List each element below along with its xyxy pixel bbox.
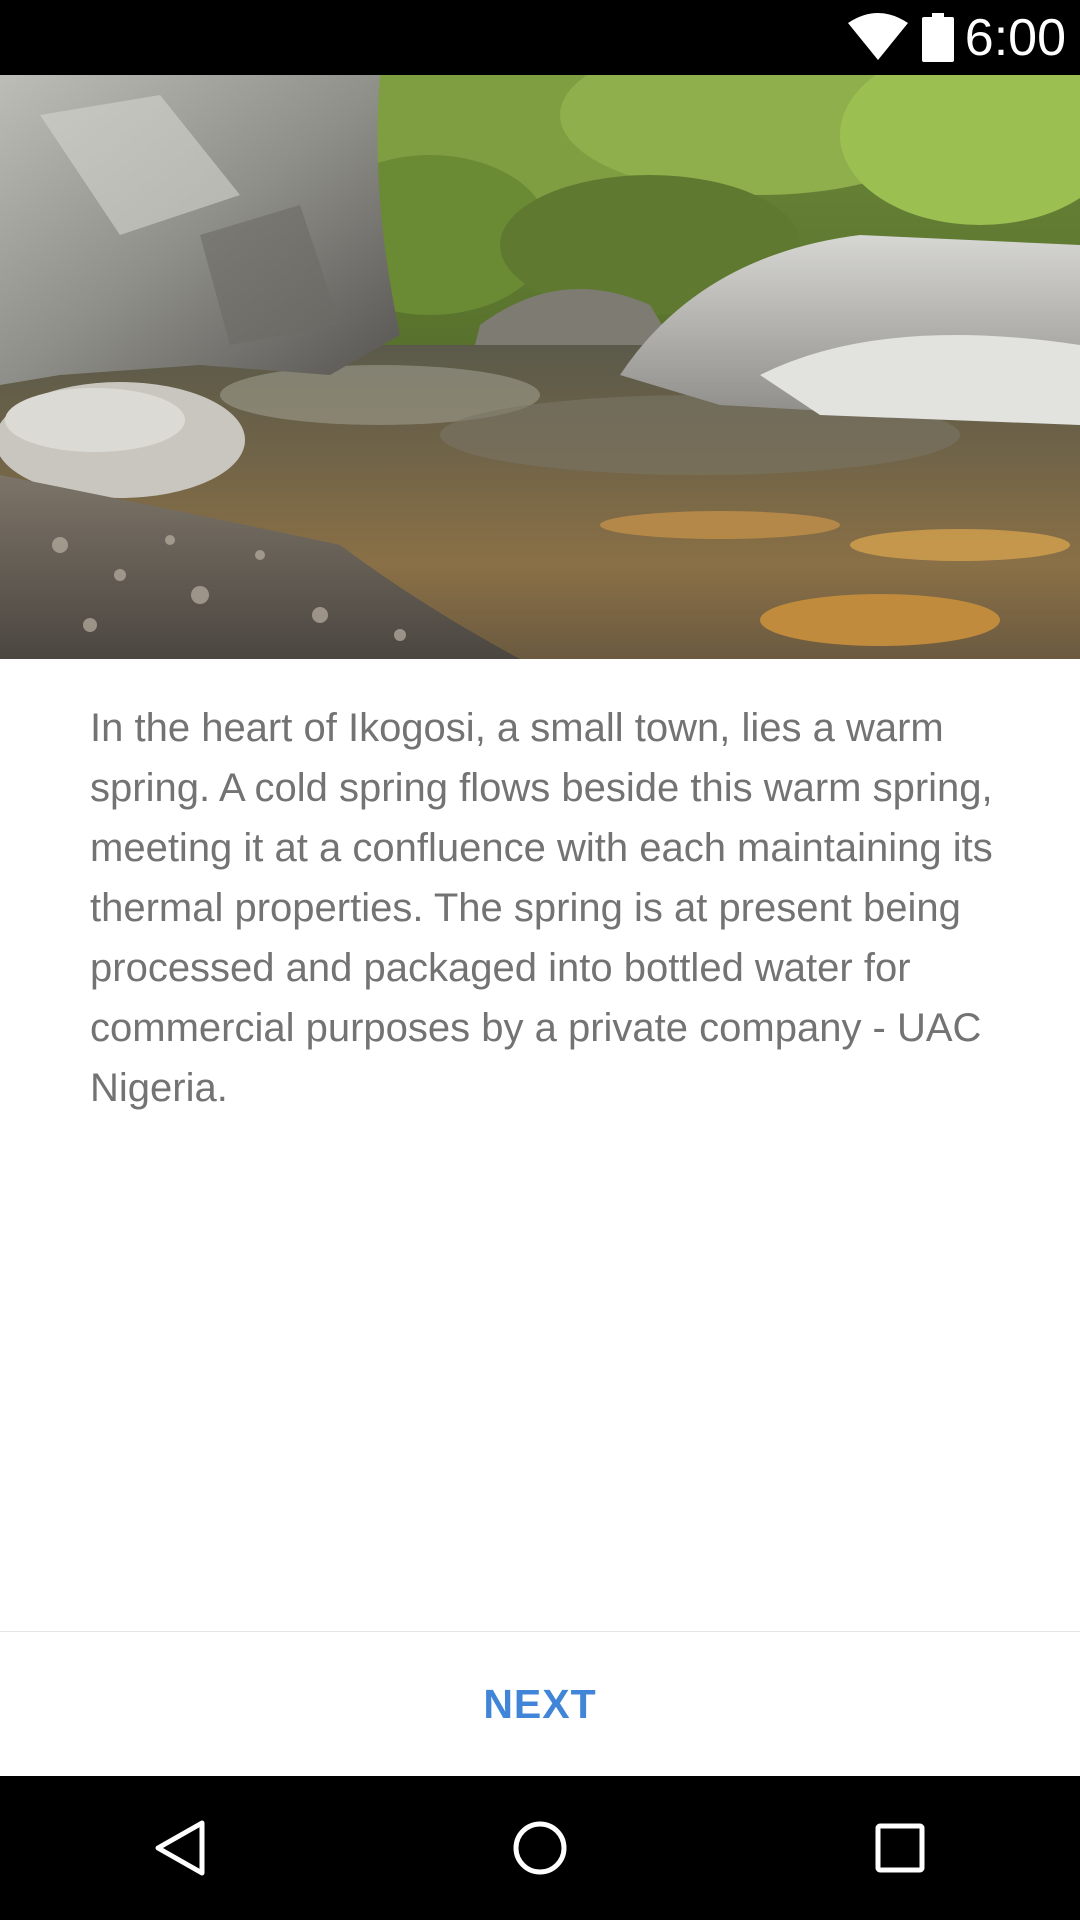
spring-landscape-illustration (0, 75, 1080, 659)
navigation-bar (0, 1776, 1080, 1920)
battery-icon (922, 13, 954, 62)
status-clock: 6:00 (964, 9, 1066, 67)
wifi-icon (848, 13, 908, 60)
screen: 6:00 In the heart of Ikogosi, a small to… (0, 0, 1080, 1920)
home-icon (513, 1821, 567, 1875)
description-text: In the heart of Ikogosi, a small town, l… (90, 706, 993, 1110)
back-icon (155, 1820, 205, 1876)
nav-recents-button[interactable] (800, 1776, 1000, 1920)
nav-home-button[interactable] (440, 1776, 640, 1920)
hero-image (0, 75, 1080, 659)
nav-back-button[interactable] (80, 1776, 280, 1920)
next-button[interactable]: NEXT (0, 1632, 1080, 1776)
recents-icon (875, 1823, 925, 1873)
status-bar: 6:00 (0, 0, 1080, 75)
